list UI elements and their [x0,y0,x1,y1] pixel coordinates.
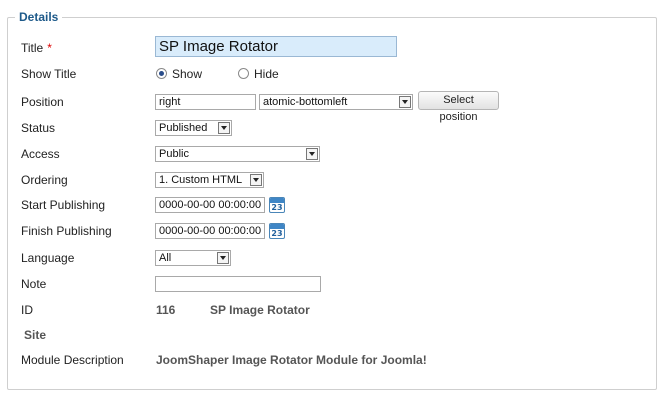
position-input[interactable] [155,94,256,110]
access-select[interactable]: Public [155,146,320,162]
position-select-value: atomic-bottomleft [263,96,348,108]
required-mark: * [47,41,52,55]
finish-publishing-label: Finish Publishing [21,224,112,238]
show-radio-icon[interactable] [156,68,167,79]
title-label: Title * [21,41,52,55]
hide-radio-icon[interactable] [238,68,249,79]
status-select[interactable]: Published [155,120,232,136]
language-select-value: All [159,252,172,264]
module-description-label: Module Description [21,353,124,367]
position-select[interactable]: atomic-bottomleft [259,94,413,110]
title-input[interactable] [155,36,397,57]
title-label-text: Title [21,41,44,55]
calendar-icon-day: 23 [271,229,283,238]
chevron-down-icon [306,148,318,160]
select-position-button[interactable]: Select position [418,91,499,123]
start-publishing-input[interactable] [155,197,265,213]
chevron-down-icon [217,252,229,264]
access-label: Access [21,147,60,161]
id-value: 116 [156,303,176,317]
status-select-value: Published [159,122,208,134]
site-label: Site [24,328,47,342]
language-label: Language [21,251,75,265]
note-input[interactable] [155,276,321,292]
calendar-icon[interactable]: 23 [269,197,285,213]
chevron-down-icon [250,174,262,186]
language-select[interactable]: All [155,250,231,266]
finish-publishing-input[interactable] [155,223,265,239]
ordering-label: Ordering [21,173,68,187]
start-publishing-label: Start Publishing [21,198,106,212]
chevron-down-icon [399,96,411,108]
show-option-label: Show [172,67,203,81]
calendar-icon-day: 23 [271,203,283,212]
ordering-select-value: 1. Custom HTML [159,174,243,186]
note-label: Note [21,277,47,291]
chevron-down-icon [218,122,230,134]
hide-option-label: Hide [254,67,279,81]
id-label: ID [21,303,33,317]
show-title-label: Show Title [21,67,77,81]
module-description-value: JoomShaper Image Rotator Module for Joom… [156,353,427,367]
module-name-value: SP Image Rotator [210,303,310,317]
calendar-icon[interactable]: 23 [269,223,285,239]
ordering-select[interactable]: 1. Custom HTML [155,172,264,188]
access-select-value: Public [159,148,189,160]
position-label: Position [21,95,64,109]
status-label: Status [21,121,56,135]
details-legend: Details [15,10,63,24]
